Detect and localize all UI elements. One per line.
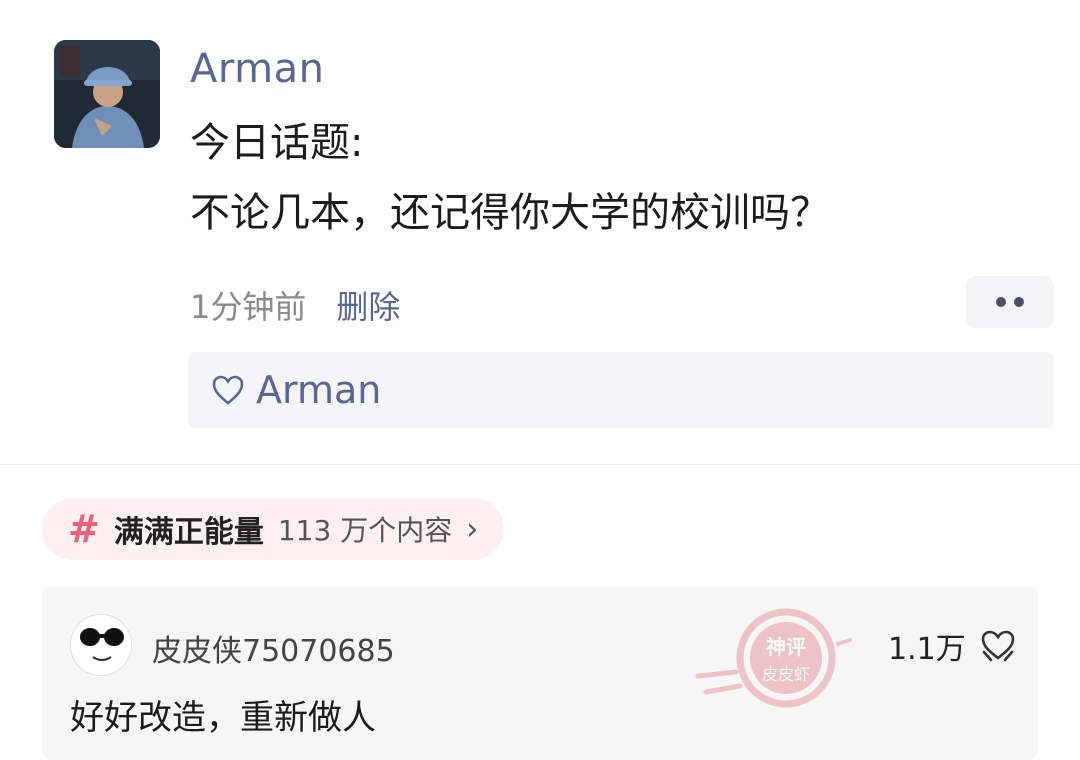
comment-text: 好好改造，重新做人 bbox=[70, 698, 376, 738]
ellipsis-icon bbox=[996, 297, 1006, 307]
post-content: 今日话题: 不论几本，还记得你大学的校训吗？ bbox=[190, 108, 830, 248]
chevron-right-icon: › bbox=[466, 511, 479, 547]
post-username[interactable]: Arman bbox=[190, 46, 324, 92]
comment-like-count: 1.1万 bbox=[888, 632, 966, 667]
post-meta: 1分钟前 删除 bbox=[190, 282, 400, 328]
delete-button[interactable]: 删除 bbox=[336, 282, 400, 328]
heart-outline-icon bbox=[212, 375, 244, 405]
more-button[interactable] bbox=[966, 276, 1054, 328]
likes-bar: Arman bbox=[188, 352, 1054, 428]
post-line-1: 今日话题: bbox=[190, 120, 364, 166]
post-time: 1分钟前 bbox=[190, 288, 307, 326]
stamp-text-top: 神评 bbox=[766, 635, 806, 659]
commenter-avatar[interactable] bbox=[70, 614, 132, 676]
sunglasses-face-icon bbox=[71, 615, 131, 675]
topic-name: 满满正能量 bbox=[113, 515, 264, 550]
avatar[interactable] bbox=[54, 40, 160, 148]
topic-pill[interactable]: # 满满正能量 113 万个内容 › bbox=[42, 498, 505, 560]
post-line-2: 不论几本，还记得你大学的校训吗？ bbox=[190, 190, 830, 236]
comment-likes[interactable]: 1.1万 bbox=[888, 624, 1018, 668]
comment-card: 皮皮侠75070685 好好改造，重新做人 神评 皮皮虾 1.1万 bbox=[42, 586, 1038, 760]
ellipsis-icon bbox=[1014, 297, 1024, 307]
post-card: Arman 今日话题: 不论几本，还记得你大学的校训吗？ 1分钟前 删除 Arm… bbox=[0, 0, 1080, 465]
hashtag-icon: # bbox=[68, 507, 100, 551]
liker-name[interactable]: Arman bbox=[256, 368, 381, 412]
commenter-username[interactable]: 皮皮侠75070685 bbox=[152, 626, 395, 670]
topic-count: 113 万个内容 bbox=[277, 514, 453, 547]
heart-hands-icon bbox=[981, 630, 1015, 662]
avatar-image bbox=[54, 40, 160, 148]
shenping-stamp-icon: 神评 皮皮虾 bbox=[695, 608, 852, 708]
stamp-text-bottom: 皮皮虾 bbox=[762, 665, 810, 684]
